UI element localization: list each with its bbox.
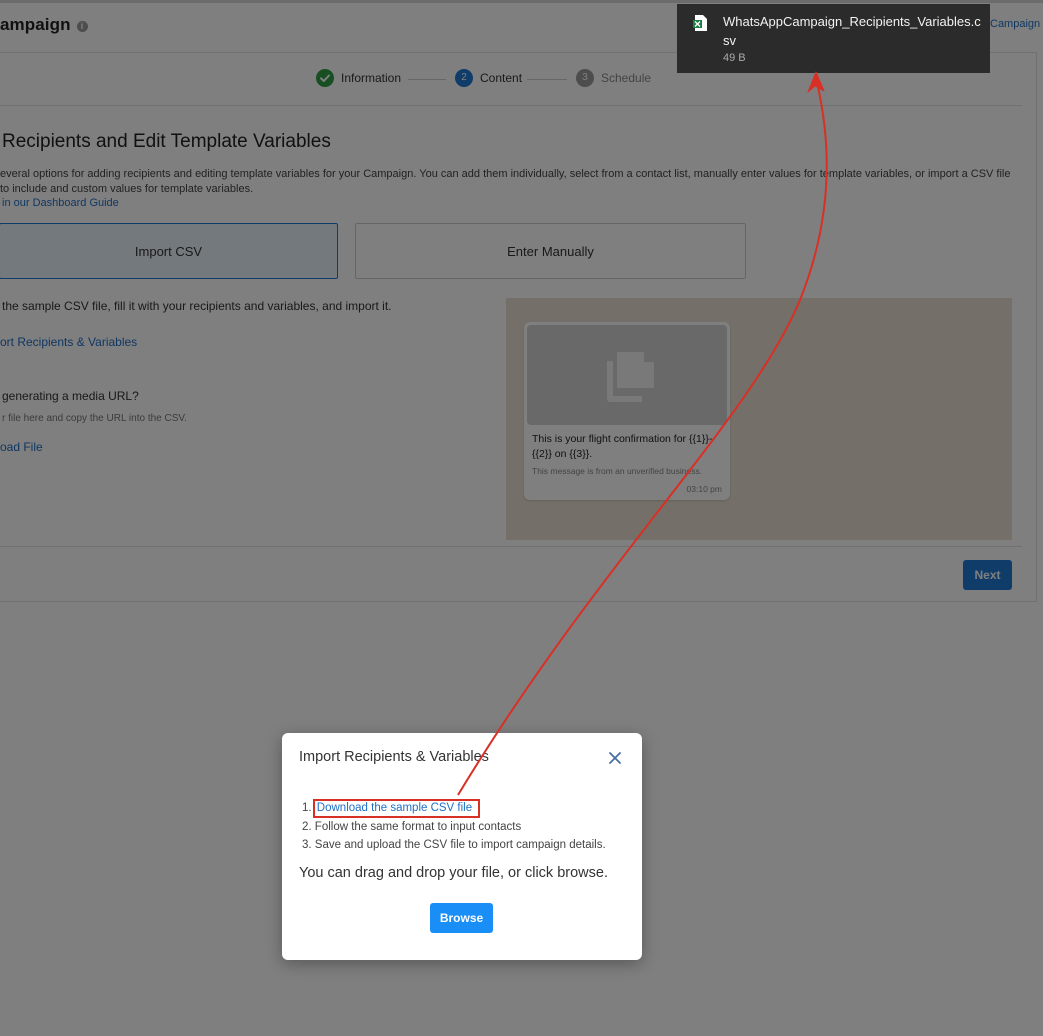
annotation-arrow bbox=[457, 71, 828, 796]
